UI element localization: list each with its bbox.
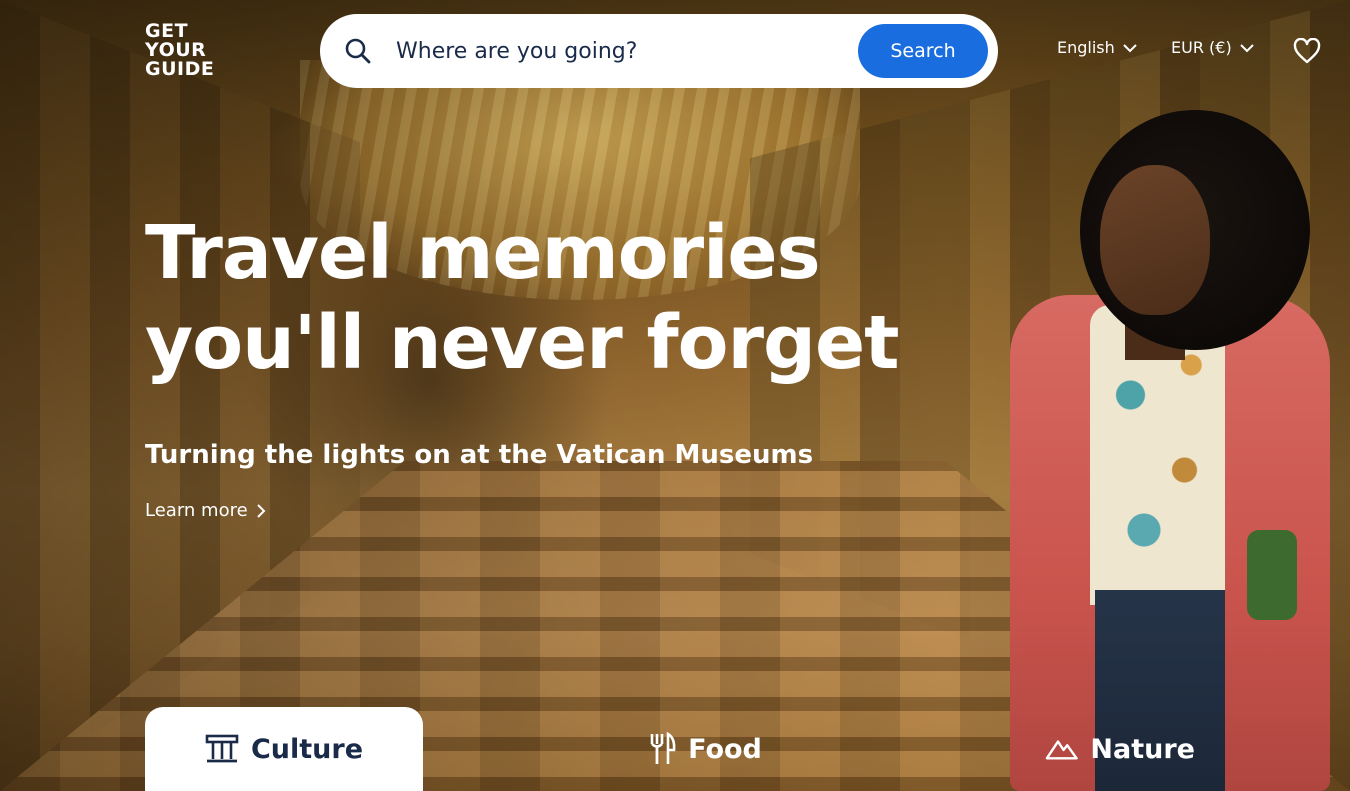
chevron-down-icon [1239, 43, 1254, 52]
museum-icon [205, 734, 239, 763]
hero-subheading: Turning the lights on at the Vatican Mus… [145, 440, 814, 470]
learn-more-link[interactable]: Learn more [145, 500, 266, 521]
language-label: English [1057, 38, 1115, 57]
tab-food[interactable]: Food [640, 707, 770, 791]
mountain-icon [1045, 740, 1078, 760]
fork-knife-icon [650, 732, 676, 764]
search-button[interactable]: Search [858, 24, 988, 78]
tab-food-label: Food [688, 733, 762, 765]
hero-headline: Travel memories you'll never forget [145, 208, 905, 388]
heart-icon[interactable] [1293, 38, 1321, 64]
search-icon [345, 38, 371, 64]
chevron-down-icon [1123, 43, 1137, 52]
getyourguide-logo[interactable]: GET YOUR GUIDE [145, 22, 225, 79]
tab-nature[interactable]: Nature [1045, 707, 1195, 791]
person-face [1100, 165, 1210, 315]
currency-selector[interactable]: EUR (€) [1171, 38, 1254, 57]
tab-culture-label: Culture [250, 733, 364, 765]
learn-more-label: Learn more [145, 500, 248, 521]
search-input[interactable] [394, 37, 858, 65]
currency-label: EUR (€) [1171, 38, 1232, 57]
tab-nature-label: Nature [1090, 733, 1195, 765]
tab-culture[interactable]: Culture [145, 707, 423, 791]
hero-person [985, 110, 1350, 791]
logo-line-3: GUIDE [145, 58, 215, 80]
search-bar: Search [320, 14, 998, 88]
chevron-right-icon [256, 503, 266, 518]
headline-line-1: Travel memories [145, 210, 821, 296]
language-selector[interactable]: English [1057, 38, 1137, 57]
person-bag [1247, 530, 1297, 620]
headline-line-2: you'll never forget [145, 300, 900, 386]
hero-background-image [0, 0, 1350, 791]
